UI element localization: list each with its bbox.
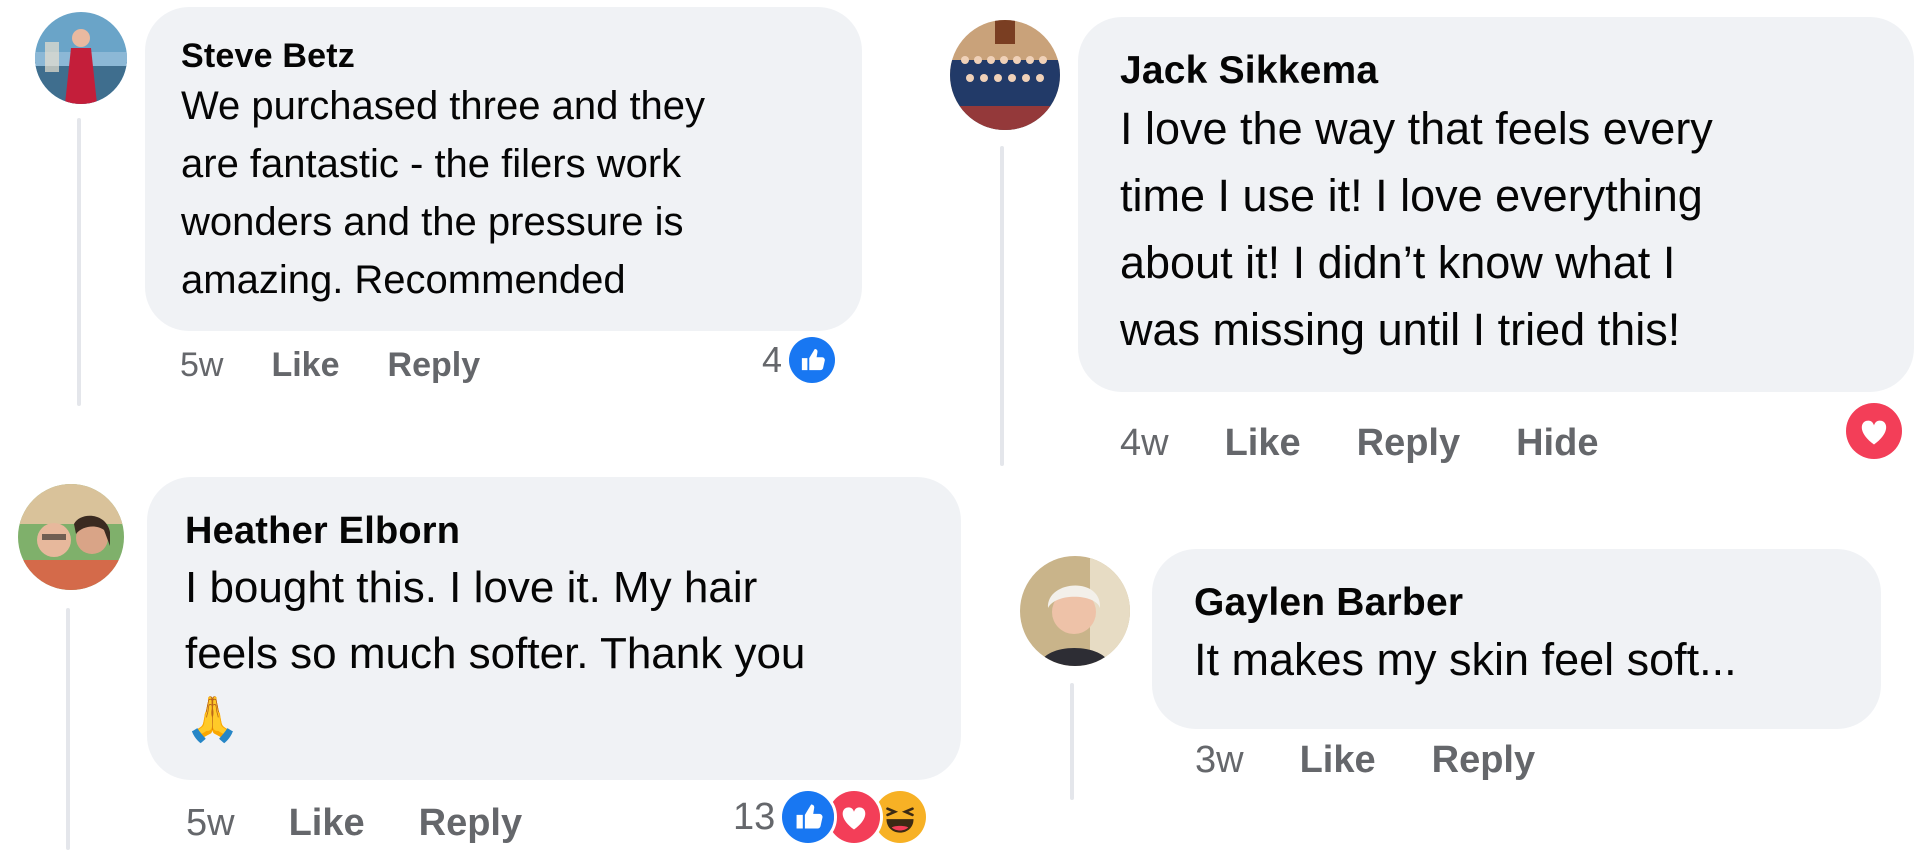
comment-timestamp[interactable]: 4w — [1120, 422, 1169, 465]
comment-meta: 4w Like Reply Hide — [1120, 420, 1598, 466]
like-button[interactable]: Like — [1225, 422, 1301, 465]
like-icon — [786, 334, 839, 386]
comment-meta: 5w Like Reply — [186, 800, 522, 846]
comment-bubble: Jack Sikkema I love the way that feels e… — [1078, 17, 1914, 392]
hide-button[interactable]: Hide — [1516, 422, 1598, 465]
reply-button[interactable]: Reply — [419, 802, 522, 845]
reply-button[interactable]: Reply — [1432, 739, 1535, 782]
avatar-jack-sikkema[interactable] — [950, 20, 1060, 130]
comment-timestamp[interactable]: 3w — [1195, 739, 1244, 782]
like-icon — [779, 788, 838, 846]
reaction-summary[interactable] — [1843, 400, 1905, 462]
comment-text-line: wonders and the pressure is — [181, 200, 684, 244]
comment-author[interactable]: Heather Elborn — [185, 507, 923, 555]
comment-text-line: amazing. Recommended — [181, 258, 626, 302]
comment-meta: 5w Like Reply — [180, 345, 480, 385]
comment-bubble: Gaylen Barber It makes my skin feel soft… — [1152, 549, 1881, 729]
reply-button[interactable]: Reply — [388, 346, 481, 385]
comment-text-line: are fantastic - the filers work — [181, 142, 682, 186]
comment-text-line: feels so much softer. Thank you — [185, 629, 806, 678]
comment-bubble: Steve Betz We purchased three and they a… — [145, 7, 862, 331]
reaction-count: 4 — [762, 339, 783, 380]
reaction-summary[interactable]: 4 — [762, 334, 839, 386]
avatar-steve-betz[interactable] — [35, 12, 127, 104]
like-button[interactable]: Like — [271, 346, 339, 385]
comment-timestamp[interactable]: 5w — [180, 346, 223, 385]
reaction-summary[interactable]: 13 — [733, 788, 930, 846]
reply-button[interactable]: Reply — [1357, 422, 1460, 465]
comment-text-line: about it! I didn’t know what I — [1120, 237, 1676, 288]
comment-author[interactable]: Jack Sikkema — [1120, 47, 1872, 95]
comment-timestamp[interactable]: 5w — [186, 802, 235, 845]
comment-bubble: Heather Elborn I bought this. I love it.… — [147, 477, 961, 780]
avatar-gaylen-barber[interactable] — [1020, 556, 1130, 666]
love-icon — [1843, 400, 1905, 462]
comment-meta: 3w Like Reply — [1195, 737, 1535, 783]
comment-text-line: time I use it! I love everything — [1120, 170, 1703, 221]
like-button[interactable]: Like — [289, 802, 365, 845]
comment-text-line: I bought this. I love it. My hair — [185, 563, 758, 612]
thread-line — [77, 118, 81, 406]
thread-line — [1000, 146, 1004, 466]
comment-text-line: I love the way that feels every — [1120, 103, 1713, 154]
thread-line — [1070, 683, 1074, 800]
thread-line — [66, 608, 70, 850]
comment-author[interactable]: Steve Betz — [181, 35, 826, 77]
comment-author[interactable]: Gaylen Barber — [1194, 579, 1839, 627]
comment-text-line: We purchased three and they — [181, 84, 706, 128]
reaction-count: 13 — [733, 795, 776, 838]
praying-hands-emoji: 🙏 — [185, 695, 240, 744]
avatar-heather-elborn[interactable] — [18, 484, 124, 590]
like-button[interactable]: Like — [1300, 739, 1376, 782]
comment-text-line: It makes my skin feel soft... — [1194, 634, 1737, 685]
comment-text-line: was missing until I tried this! — [1120, 304, 1681, 355]
